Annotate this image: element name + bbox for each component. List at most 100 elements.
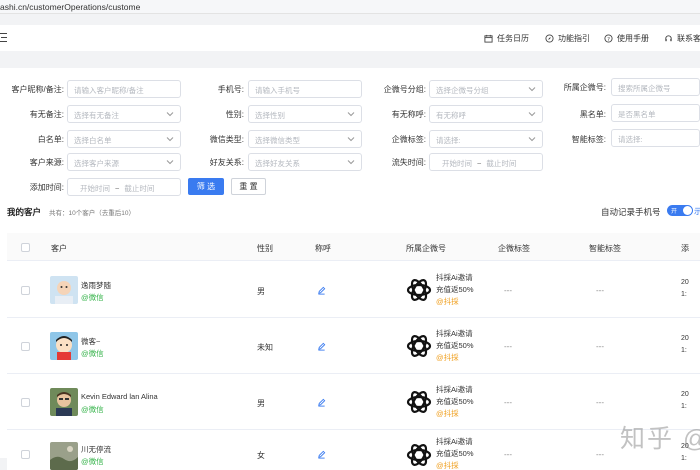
filter-label-wechat-type: 微信类型: [209, 135, 244, 144]
filter-label-whitelist: 白名单: [37, 135, 64, 144]
row-checkbox[interactable] [21, 286, 30, 295]
nickname-input[interactable]: 请输入客户昵称/备注 [67, 80, 181, 98]
filter-label-has-title: 有无称呼: [391, 110, 426, 119]
filter-label-source: 客户来源: [29, 158, 64, 167]
has-remark-select[interactable]: 选择有无备注 [67, 105, 181, 123]
wecom-account-cell: 抖採Ai邀请 充值返50% @抖採 [436, 329, 474, 362]
wecom-tag-cell: --- [504, 398, 512, 407]
wecom-tag-cell: --- [504, 342, 512, 351]
edit-icon[interactable] [317, 342, 326, 351]
menu-toggle-icon[interactable] [0, 33, 9, 43]
chevron-down-icon [528, 137, 536, 142]
gender-select[interactable]: 选择性别 [248, 105, 362, 123]
customer-gender: 未知 [257, 343, 273, 352]
edit-icon[interactable] [317, 450, 326, 459]
customer-name: 微客~ [81, 337, 101, 346]
select-all-checkbox[interactable] [21, 243, 30, 252]
column-header-wecom-tag: 企微标签 [498, 244, 530, 253]
url-text: ashi.cn/customerOperations/custome [0, 2, 141, 12]
headset-icon [665, 35, 672, 42]
wecom-tag-cell: --- [504, 450, 512, 459]
help-icon: ? [604, 34, 613, 43]
row-checkbox[interactable] [21, 450, 30, 459]
filter-label-smart-tag: 智能标签: [571, 135, 606, 144]
header-feature-guide[interactable]: 功能指引 [545, 33, 590, 44]
avatar [50, 276, 78, 304]
zhihu-watermark: 知乎 @ [620, 425, 700, 453]
openai-logo-icon [406, 442, 432, 468]
chevron-down-icon [347, 160, 355, 165]
table-header: 客户 性别 称呼 所属企微号 企微标签 智能标签 添 [7, 233, 700, 261]
wecom-tag-select[interactable]: 请选择: [429, 130, 543, 148]
wechat-type-select[interactable]: 选择微信类型 [248, 130, 362, 148]
table-row[interactable]: Kevin Edward lan Alina @微信 男 抖採Ai邀请 充值返5… [7, 374, 700, 430]
filter-label-wecom-account: 所属企微号: [563, 83, 606, 92]
customer-name: 川无停流 [81, 445, 111, 454]
edit-icon[interactable] [317, 286, 326, 295]
customer-name: 逸雨梦随 [81, 281, 111, 290]
chevron-down-icon [347, 112, 355, 117]
top-header: 任务日历 功能指引 ? 使用手册 联系客 [0, 25, 700, 51]
auto-record-toggle[interactable]: 开 [667, 205, 693, 216]
filter-button[interactable]: 筛 选 [188, 178, 224, 195]
has-title-select[interactable]: 有无称呼 [429, 105, 543, 123]
smart-tag-cell: --- [596, 450, 604, 459]
toggle-tail-text: 示 [694, 207, 700, 216]
smart-tag-cell: --- [596, 286, 604, 295]
customer-count: 共有：10个客户（去重后10） [49, 210, 135, 217]
openai-logo-icon [406, 333, 432, 359]
source-select[interactable]: 选择客户来源 [67, 153, 181, 171]
customer-gender: 男 [257, 399, 265, 408]
filter-label-churn-time: 流失时间: [391, 158, 426, 167]
wecom-account-cell: 抖採Ai邀请 充值返50% @抖採 [436, 273, 474, 306]
add-time-cell: 20 1: [681, 335, 689, 354]
openai-logo-icon [406, 277, 432, 303]
row-checkbox[interactable] [21, 398, 30, 407]
openai-logo-icon [406, 389, 432, 415]
toggle-on-text: 开 [671, 209, 678, 215]
add-time-range[interactable]: 开始时间 ~ 截止时间 [67, 178, 181, 196]
filter-label-wecom-group: 企微号分组: [383, 85, 426, 94]
table-row[interactable]: 微客~ @微信 未知 抖採Ai邀请 充值返50% @抖採 --- --- 20 1… [7, 318, 700, 374]
column-header-customer: 客户 [51, 244, 67, 253]
smart-tag-select[interactable]: 请选择: [611, 129, 700, 147]
header-task-calendar[interactable]: 任务日历 [484, 33, 529, 44]
customer-source: @微信 [81, 293, 104, 302]
chevron-down-icon [166, 160, 174, 165]
chevron-down-icon [347, 137, 355, 142]
browser-address-bar[interactable]: ashi.cn/customerOperations/custome [0, 0, 700, 14]
list-title: 我的客户 [7, 207, 42, 217]
svg-text:?: ? [607, 37, 610, 43]
column-header-gender: 性别 [257, 244, 273, 253]
column-header-wecom: 所属企微号 [406, 244, 446, 253]
customer-name: Kevin Edward lan Alina [81, 392, 158, 401]
filter-label-gender: 性别: [225, 110, 244, 119]
avatar [50, 388, 78, 416]
blacklist-select[interactable]: 是否黑名单 [611, 104, 700, 122]
chevron-down-icon [528, 87, 536, 92]
table-row[interactable]: 逸雨梦随 @微信 男 抖採Ai邀请 充值返50% @抖採 --- --- 20 1… [7, 262, 700, 318]
header-contact-support[interactable]: 联系客 [664, 33, 700, 44]
filter-label-friend: 好友关系: [209, 158, 244, 167]
edit-icon[interactable] [317, 398, 326, 407]
row-checkbox[interactable] [21, 342, 30, 351]
customer-source: @微信 [81, 457, 104, 466]
filter-label-phone: 手机号: [217, 85, 244, 94]
customer-source: @微信 [81, 405, 104, 414]
phone-input[interactable]: 请输入手机号 [248, 80, 362, 98]
header-user-manual[interactable]: ? 使用手册 [604, 33, 649, 44]
customer-gender: 女 [257, 451, 265, 460]
wecom-account-cell: 抖採Ai邀请 充值返50% @抖採 [436, 385, 474, 418]
auto-record-label: 自动记录手机号 [601, 207, 661, 217]
wecom-account-input[interactable]: 搜索所属企微号 [611, 78, 700, 96]
wecom-group-select[interactable]: 选择企微号分组 [429, 80, 543, 98]
table-row[interactable]: 川无停流 @微信 女 抖採Ai邀请 充值返50% @抖採 --- --- 20 1… [7, 430, 700, 470]
friend-select[interactable]: 选择好友关系 [248, 153, 362, 171]
customer-source: @微信 [81, 349, 104, 358]
wecom-tag-cell: --- [504, 286, 512, 295]
add-time-cell: 20 1: [681, 391, 689, 410]
whitelist-select[interactable]: 选择白名单 [67, 130, 181, 148]
churn-time-range[interactable]: 开始时间 ~ 截止时间 [429, 153, 543, 171]
reset-button[interactable]: 重 置 [231, 178, 266, 195]
avatar [50, 332, 78, 360]
